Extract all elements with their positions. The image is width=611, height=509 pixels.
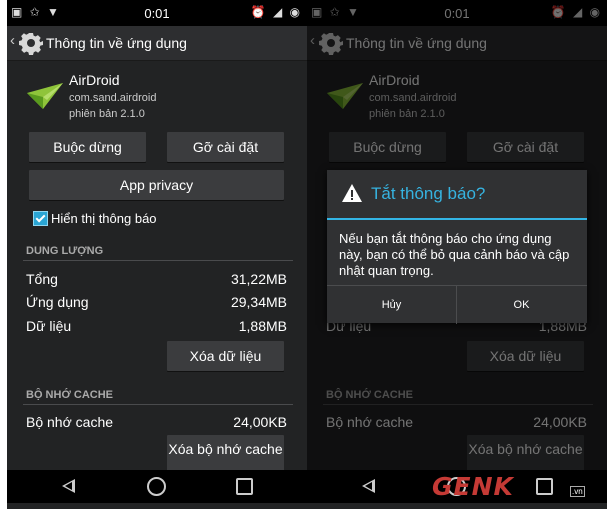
storage-total-value: 31,22MB <box>230 271 287 287</box>
storage-data-value: 1,88MB <box>238 318 287 334</box>
clear-cache-button[interactable]: Xóa bộ nhớ cache <box>167 435 284 471</box>
clear-data-button[interactable]: Xóa dữ liệu <box>167 341 284 371</box>
phone-screen-left: ▣ ✩ ▼ 0:01 ⏰ ◢ ◉ ‹ Thông tin về ứng dụng… <box>7 0 307 509</box>
dialog-actions: Hủy OK <box>327 285 587 324</box>
airdroid-icon <box>27 83 63 109</box>
back-chevron-icon[interactable]: ‹ <box>10 32 15 49</box>
cache-label: Bộ nhớ cache <box>26 414 114 430</box>
show-notifications-checkbox[interactable] <box>33 211 48 226</box>
storage-app-label: Ứng dụng <box>26 294 89 310</box>
uninstall-button[interactable]: Gỡ cài đặt <box>167 132 284 162</box>
dialog-cancel-button[interactable]: Hủy <box>327 286 456 324</box>
action-bar: ‹ Thông tin về ứng dụng <box>7 26 307 61</box>
page-title: Thông tin về ứng dụng <box>46 35 187 51</box>
app-info-content: AirDroid com.sand.airdroid phiên bản 2.1… <box>7 61 307 471</box>
section-divider <box>23 260 293 261</box>
warning-icon <box>342 184 362 202</box>
nav-back-icon[interactable] <box>62 479 75 493</box>
cache-section-header: BỘ NHỚ CACHE <box>26 389 113 401</box>
nav-back-icon[interactable] <box>362 479 375 493</box>
dialog-ok-button[interactable]: OK <box>457 286 586 324</box>
nav-home-icon[interactable] <box>147 477 166 496</box>
dialog-message: Nếu bạn tắt thông báo cho ứng dụng này, … <box>339 231 570 278</box>
watermark-logo: GENK <box>432 472 514 501</box>
phone-screen-right: ▣ ✩ ▼ 0:01 ⏰ ◢ ◉ ‹ Thông tin về ứng dụng… <box>307 0 607 509</box>
storage-app-value: 29,34MB <box>230 294 287 310</box>
app-package: com.sand.airdroid <box>69 92 157 104</box>
watermark-suffix: .vn <box>570 486 585 497</box>
nav-recents-icon[interactable] <box>236 478 253 495</box>
storage-total-label: Tổng <box>26 271 58 287</box>
dialog-title-divider <box>327 218 587 220</box>
app-version: phiên bản 2.1.0 <box>69 108 145 120</box>
status-bar: ▣ ✩ ▼ 0:01 ⏰ ◢ ◉ <box>7 0 307 26</box>
disable-notifications-dialog: Tắt thông báo? Nếu bạn tắt thông báo cho… <box>327 170 587 324</box>
force-stop-button[interactable]: Buộc dừng <box>29 132 146 162</box>
app-privacy-button[interactable]: App privacy <box>29 170 284 200</box>
section-divider <box>23 404 293 405</box>
app-name: AirDroid <box>69 72 120 88</box>
gear-icon[interactable] <box>19 31 43 55</box>
show-notifications-label: Hiển thị thông báo <box>51 211 157 226</box>
storage-section-header: DUNG LƯỢNG <box>26 245 104 257</box>
cache-value: 24,00KB <box>233 414 287 430</box>
system-status-icons: ⏰ ◢ ◉ <box>250 5 302 19</box>
storage-data-label: Dữ liệu <box>26 318 72 334</box>
genk-watermark: GENK .vn <box>428 472 588 502</box>
dialog-title: Tắt thông báo? <box>371 184 486 203</box>
navigation-bar <box>7 470 307 503</box>
